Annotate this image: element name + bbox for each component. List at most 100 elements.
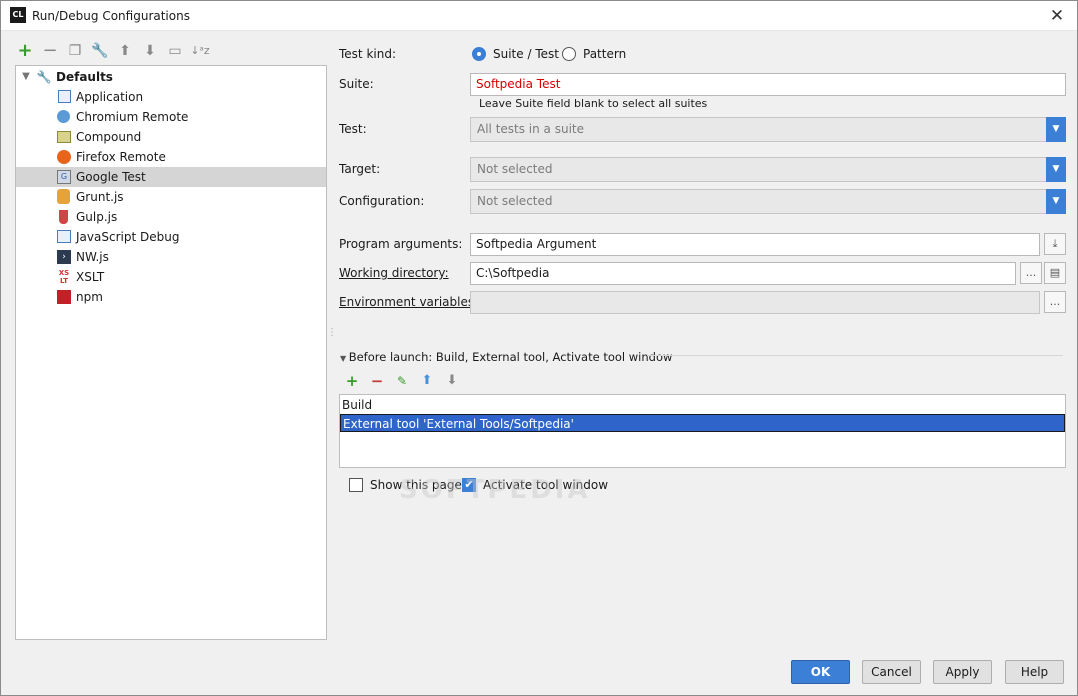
run-debug-configurations-dialog: CL Run/Debug Configurations ✕ + − ❐ 🔧 ⬆ …: [0, 0, 1078, 696]
xslt-icon: XS LT: [58, 269, 70, 285]
gulp-icon: [59, 210, 68, 224]
radio-pattern[interactable]: [562, 47, 576, 61]
tree-item-firefox-remote[interactable]: Firefox Remote: [16, 147, 326, 167]
radio-suite-test[interactable]: [472, 47, 486, 61]
tree-item-label: npm: [76, 290, 103, 304]
move-task-down-icon[interactable]: ⬇: [442, 372, 462, 390]
target-label: Target:: [339, 162, 381, 176]
tree-root-label: Defaults: [56, 70, 113, 84]
help-button[interactable]: Help: [1005, 660, 1064, 684]
sort-icon[interactable]: ↓ᵃz: [190, 41, 210, 61]
remove-icon[interactable]: −: [40, 41, 60, 61]
add-task-icon[interactable]: +: [342, 372, 362, 390]
suite-input[interactable]: Softpedia Test: [470, 73, 1066, 96]
radio-suite-test-label[interactable]: Suite / Test: [493, 47, 559, 61]
move-down-icon[interactable]: ⬇: [140, 41, 160, 61]
configuration-label: Configuration:: [339, 194, 425, 208]
configuration-combo[interactable]: Not selected ▼: [470, 189, 1066, 214]
test-kind-label: Test kind:: [339, 47, 396, 61]
before-launch-title: Before launch: Build, External tool, Act…: [348, 350, 673, 364]
apply-button[interactable]: Apply: [933, 660, 992, 684]
wrench-icon: 🔧: [36, 70, 52, 84]
edit-defaults-icon[interactable]: 🔧: [90, 41, 110, 61]
show-page-label[interactable]: Show this page: [370, 478, 462, 492]
add-icon[interactable]: +: [15, 41, 35, 61]
show-page-checkbox[interactable]: [349, 478, 363, 492]
tree-item-npm[interactable]: npm: [16, 287, 326, 307]
chevron-down-icon[interactable]: ▼: [1046, 157, 1066, 182]
activate-tool-window-label[interactable]: Activate tool window: [483, 478, 608, 492]
chromium-icon: [57, 110, 70, 123]
remove-task-icon[interactable]: −: [367, 372, 387, 390]
tree-item-grunt[interactable]: Grunt.js: [16, 187, 326, 207]
target-combo[interactable]: Not selected ▼: [470, 157, 1066, 182]
test-combo-value: All tests in a suite: [477, 122, 585, 136]
window-title: Run/Debug Configurations: [32, 9, 190, 23]
nwjs-icon: ›: [57, 250, 71, 264]
suite-hint: Leave Suite field blank to select all su…: [479, 97, 708, 110]
environment-variables-input[interactable]: [470, 291, 1040, 314]
tree-item-label: Compound: [76, 130, 142, 144]
edit-environment-button[interactable]: ...: [1044, 291, 1066, 313]
activate-tool-window-checkbox[interactable]: ✔: [462, 478, 476, 492]
tree-item-label: Google Test: [76, 170, 146, 184]
google-test-icon: G: [57, 170, 71, 184]
tree-item-xslt[interactable]: XS LT XSLT: [16, 267, 326, 287]
working-directory-input[interactable]: C:\Softpedia: [470, 262, 1016, 285]
tree-item-label: XSLT: [76, 270, 105, 284]
application-icon: [58, 90, 71, 103]
working-directory-label: Working directory:: [339, 266, 449, 280]
splitter-handle[interactable]: ⋮: [327, 328, 337, 343]
target-combo-value: Not selected: [477, 162, 553, 176]
tree-item-nwjs[interactable]: › NW.js: [16, 247, 326, 267]
tree-item-javascript-debug[interactable]: JavaScript Debug: [16, 227, 326, 247]
program-arguments-label: Program arguments:: [339, 237, 463, 251]
cancel-button[interactable]: Cancel: [862, 660, 921, 684]
collapse-arrow-icon[interactable]: ▼: [18, 69, 34, 85]
list-item[interactable]: Build: [340, 396, 1065, 414]
browse-directory-button[interactable]: ...: [1020, 262, 1042, 284]
compound-icon: [57, 131, 71, 143]
test-combo[interactable]: All tests in a suite ▼: [470, 117, 1066, 142]
list-item[interactable]: External tool 'External Tools/Softpedia': [340, 414, 1065, 432]
close-icon[interactable]: ✕: [1047, 6, 1067, 26]
configuration-combo-value: Not selected: [477, 194, 553, 208]
insert-macro-icon[interactable]: ▤: [1044, 262, 1066, 284]
javascript-debug-icon: [57, 230, 71, 243]
tree-item-gulp[interactable]: Gulp.js: [16, 207, 326, 227]
program-arguments-input[interactable]: Softpedia Argument: [470, 233, 1040, 256]
working-directory-label-text: Working directory:: [339, 266, 449, 280]
move-up-icon[interactable]: ⬆: [115, 41, 135, 61]
tree-item-compound[interactable]: Compound: [16, 127, 326, 147]
before-launch-list: Build External tool 'External Tools/Soft…: [339, 394, 1066, 468]
collapse-arrow-icon: ▼: [340, 354, 349, 363]
tree-item-google-test[interactable]: G Google Test: [16, 167, 326, 187]
tree-item-label: NW.js: [76, 250, 109, 264]
title-bar: CL Run/Debug Configurations ✕: [1, 1, 1077, 31]
tree-item-label: Application: [76, 90, 144, 104]
grunt-icon: [57, 189, 70, 204]
firefox-icon: [57, 150, 71, 164]
folder-icon[interactable]: ▭: [165, 41, 185, 61]
tree-item-label: Chromium Remote: [76, 110, 189, 124]
chevron-down-icon[interactable]: ▼: [1046, 117, 1066, 142]
expand-arguments-icon[interactable]: ⤓: [1044, 233, 1066, 255]
clion-app-icon: CL: [10, 7, 26, 23]
environment-variables-label: Environment variables:: [339, 295, 478, 309]
move-task-up-icon[interactable]: ⬆: [417, 372, 437, 390]
tree-item-chromium-remote[interactable]: Chromium Remote: [16, 107, 326, 127]
tree-root-defaults[interactable]: ▼ 🔧 Defaults: [16, 67, 326, 87]
copy-icon[interactable]: ❐: [65, 41, 85, 61]
configuration-tree: ▼ 🔧 Defaults Application Chromium Remote…: [15, 65, 327, 640]
radio-pattern-label[interactable]: Pattern: [583, 47, 626, 61]
edit-task-icon[interactable]: ✎: [392, 372, 412, 390]
before-launch-header[interactable]: ▼ Before launch: Build, External tool, A…: [340, 350, 672, 364]
environment-variables-label-text: Environment variables:: [339, 295, 479, 309]
divider: [647, 355, 1063, 356]
suite-label: Suite:: [339, 77, 374, 91]
ok-button[interactable]: OK: [791, 660, 850, 684]
tree-item-label: Gulp.js: [76, 210, 118, 224]
tree-item-application[interactable]: Application: [16, 87, 326, 107]
npm-icon: [57, 290, 71, 304]
chevron-down-icon[interactable]: ▼: [1046, 189, 1066, 214]
